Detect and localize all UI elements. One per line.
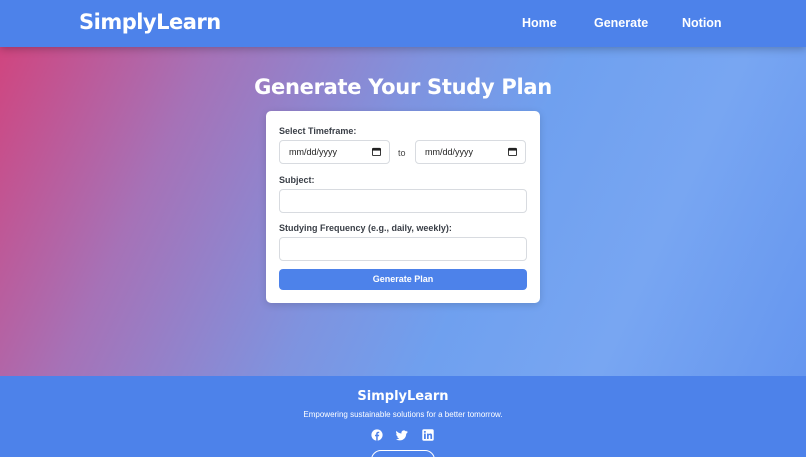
frequency-input[interactable] xyxy=(279,237,527,261)
site-footer: SimplyLearn Empowering sustainable solut… xyxy=(0,376,806,457)
footer-logo: SimplyLearn xyxy=(357,389,449,404)
start-date-placeholder: mm/dd/yyyy xyxy=(289,147,338,157)
site-header: SimplyLearn Home Generate Notion xyxy=(0,0,806,47)
calendar-icon[interactable] xyxy=(508,147,517,156)
footer-tagline: Empowering sustainable solutions for a b… xyxy=(303,410,503,419)
calendar-icon[interactable] xyxy=(372,147,381,156)
end-date-input[interactable]: mm/dd/yyyy xyxy=(415,140,526,164)
generate-plan-button[interactable]: Generate Plan xyxy=(279,269,527,290)
end-date-placeholder: mm/dd/yyyy xyxy=(425,147,474,157)
start-date-input[interactable]: mm/dd/yyyy xyxy=(279,140,390,164)
page-title: Generate Your Study Plan xyxy=(254,75,552,99)
facebook-icon[interactable] xyxy=(371,429,383,441)
nav-home[interactable]: Home xyxy=(522,16,557,30)
subject-label: Subject: xyxy=(279,175,315,185)
timeframe-label: Select Timeframe: xyxy=(279,126,357,136)
to-separator: to xyxy=(398,148,406,158)
subject-input[interactable] xyxy=(279,189,527,213)
frequency-label: Studying Frequency (e.g., daily, weekly)… xyxy=(279,223,452,233)
study-plan-form: Select Timeframe: mm/dd/yyyy to mm/dd/yy… xyxy=(266,111,540,303)
hero-section: Generate Your Study Plan Select Timefram… xyxy=(0,47,806,376)
linkedin-icon[interactable] xyxy=(422,429,434,441)
nav-notion[interactable]: Notion xyxy=(682,16,722,30)
nav-generate[interactable]: Generate xyxy=(594,16,648,30)
site-logo[interactable]: SimplyLearn xyxy=(79,10,221,34)
footer-button[interactable] xyxy=(371,450,435,457)
twitter-icon[interactable] xyxy=(396,429,408,441)
